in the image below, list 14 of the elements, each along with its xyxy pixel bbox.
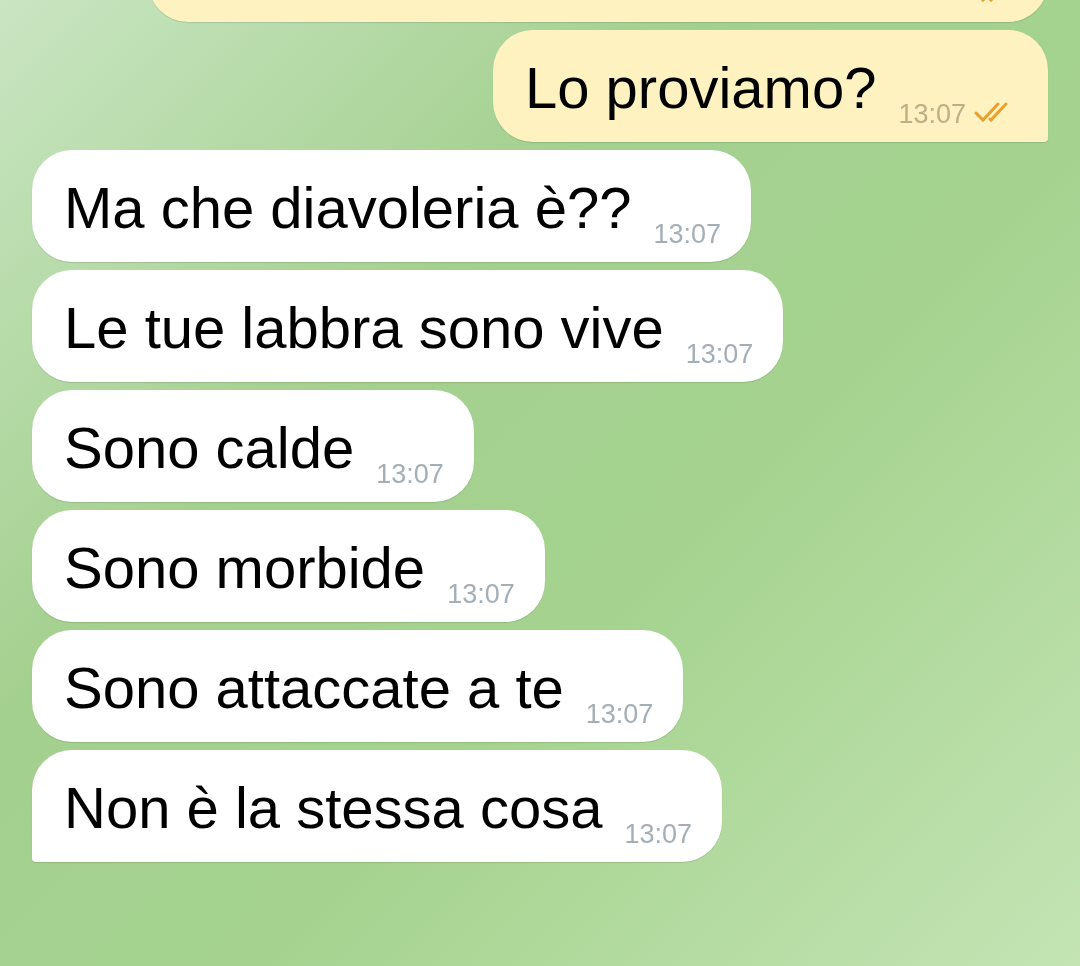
message-time: 13:07 <box>376 461 444 488</box>
message-time: 13:07 <box>447 581 515 608</box>
message-time: 13:07 <box>653 221 722 248</box>
message-text: Le tue labbra sono vive <box>64 294 664 362</box>
message-time: 13:07 <box>624 821 692 848</box>
message-time: 13:07 <box>898 101 966 128</box>
message-text: Sono attaccate a te <box>64 654 564 722</box>
message-text: Non è la stessa cosa <box>64 774 603 842</box>
message-time: 13:07 <box>685 341 754 368</box>
message-text: Lo proviamo? <box>525 54 877 122</box>
message-time: 13:07 <box>585 701 654 728</box>
message-text: Ma che diavoleria è?? <box>64 174 632 242</box>
message-text: Sono morbide <box>64 534 426 602</box>
message-text: Sono calde <box>64 414 355 482</box>
